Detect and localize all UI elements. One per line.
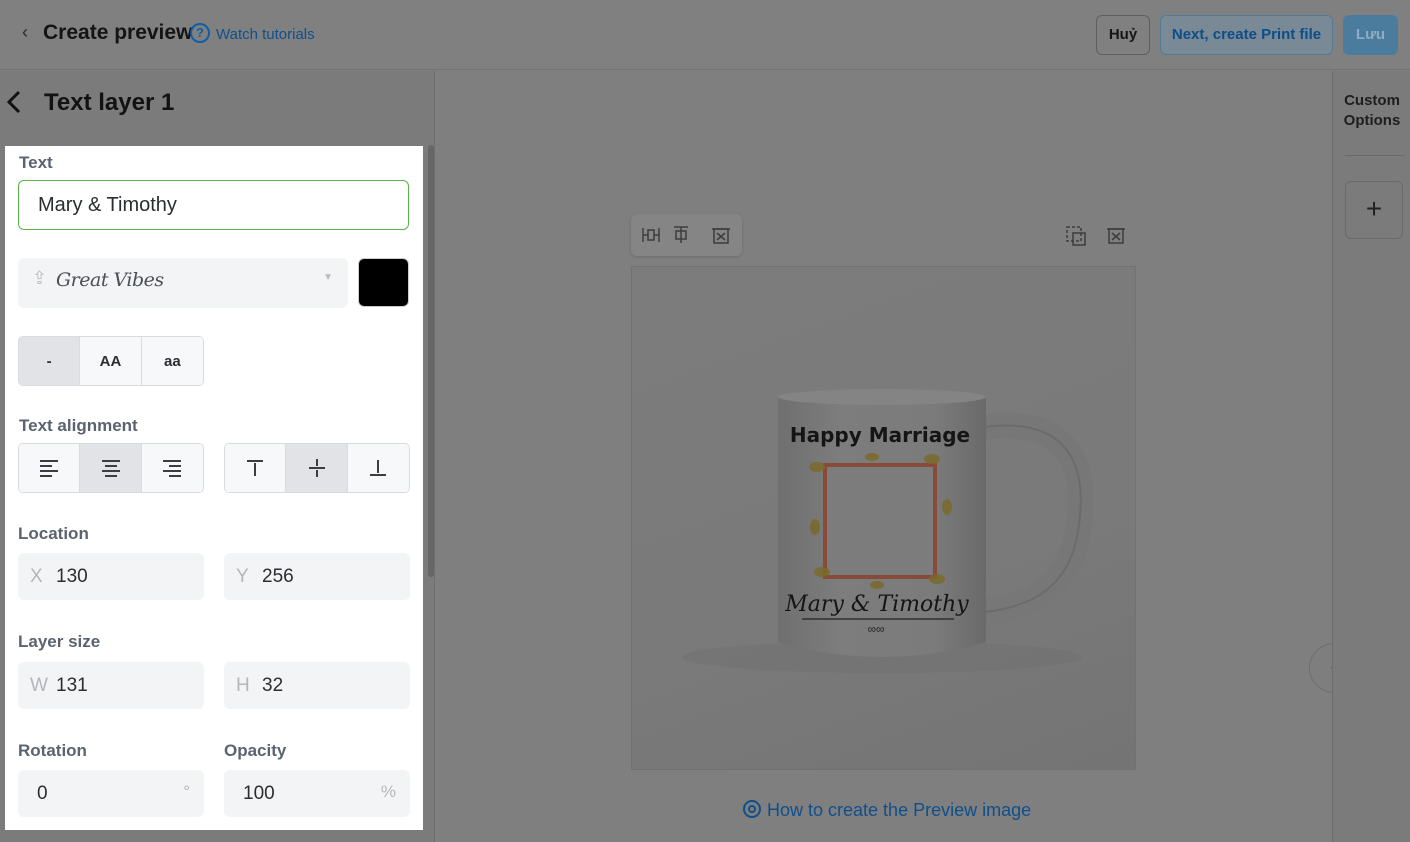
align-center-icon [101,459,120,477]
align-top-button[interactable] [225,444,287,492]
align-middle-icon [308,459,326,477]
back-arrow-icon[interactable] [6,89,22,122]
text-label: Text [19,153,53,172]
mug-names-text: Mary & Timothy [784,592,969,617]
opacity-label: Opacity [224,741,287,760]
watch-tutorials-link[interactable]: Watch tutorials [216,26,315,43]
layer-size-label: Layer size [18,632,101,651]
canvas-align-toolbar [631,214,742,256]
height-input[interactable]: H 32 [224,662,410,709]
vertical-align-group [224,443,410,493]
crop-replace-icon[interactable] [1065,225,1087,247]
font-name: Great Vibes [56,269,164,291]
save-button[interactable]: Lưu [1343,15,1398,55]
align-top-icon [246,459,264,477]
text-input[interactable]: Mary & Timothy [18,180,409,230]
ornament-icon: ∞∞ [867,622,884,636]
location-label: Location [18,524,89,543]
custom-options-line2: Options [1343,112,1401,129]
y-input[interactable]: Y 256 [224,553,410,600]
how-to-preview-link[interactable]: How to create the Preview image [743,800,1031,821]
x-input[interactable]: X 130 [18,553,204,600]
align-bottom-icon [369,459,387,477]
rail-divider [1345,155,1405,156]
layer-title: Text layer 1 [44,89,175,116]
right-rail: Custom Options + [1332,71,1410,842]
align-middle-button[interactable] [286,444,348,492]
width-input[interactable]: W 131 [18,662,204,709]
delete-layer-icon[interactable] [711,225,731,245]
y-prefix: Y [236,566,249,587]
x-value: 130 [56,566,88,587]
delete-canvas-icon[interactable] [1105,225,1127,247]
percent-unit: % [380,782,396,801]
horizontal-align-group [18,443,204,493]
layer-panel-header: Text layer 1 [0,71,435,139]
case-none-option[interactable]: - [19,337,81,385]
text-color-swatch[interactable] [358,258,409,307]
h-value: 32 [262,675,284,696]
align-right-icon [163,459,182,477]
opacity-value: 100 [243,783,275,804]
distribute-vertical-icon[interactable] [671,225,691,245]
w-value: 131 [56,675,88,696]
case-upper-option[interactable]: AA [80,337,142,385]
cancel-button[interactable]: Huỷ [1096,15,1150,55]
align-left-icon [40,459,59,477]
text-layer-settings-panel: Text Mary & Timothy ⇪ Great Vibes ▼ - AA… [5,146,423,830]
help-circle-icon[interactable]: ? [190,23,210,43]
custom-options-label: Custom Options [1333,91,1410,131]
next-create-print-file-button[interactable]: Next, create Print file [1160,15,1333,55]
align-bottom-button[interactable] [347,444,409,492]
case-lower-option[interactable]: aa [141,337,203,385]
text-alignment-label: Text alignment [19,416,138,435]
upload-icon[interactable]: ⇪ [32,268,47,289]
w-prefix: W [30,675,48,696]
how-to-preview-text: How to create the Preview image [767,800,1032,820]
custom-options-line1: Custom [1344,92,1400,109]
text-case-group: - AA aa [18,336,204,386]
align-center-button[interactable] [80,444,142,492]
y-value: 256 [262,566,294,587]
rotation-input[interactable]: 0 ° [18,770,204,817]
page-title: Create preview [43,21,193,44]
align-right-button[interactable] [141,444,203,492]
align-left-button[interactable] [19,444,81,492]
add-custom-option-button[interactable]: + [1345,181,1403,239]
rotation-label: Rotation [18,741,87,760]
rotation-value: 0 [37,783,48,804]
mug-image: Happy Marriage Mary & Timothy ∞∞ [682,389,1094,673]
distribute-horizontal-icon[interactable] [641,225,661,245]
mug-heading-text: Happy Marriage [790,423,970,447]
top-bar: ‹ Create preview ? Watch tutorials Huỷ N… [0,0,1410,70]
x-prefix: X [30,566,43,587]
panel-scrollbar[interactable] [428,145,434,577]
degree-unit: ° [183,782,190,801]
opacity-input[interactable]: 100 % [224,770,410,817]
back-chevron-icon[interactable]: ‹ [22,22,36,42]
lifebuoy-icon [743,800,761,818]
font-select[interactable]: ⇪ Great Vibes ▼ [18,258,348,308]
caret-down-icon: ▼ [323,272,333,283]
h-prefix: H [236,675,250,696]
preview-canvas[interactable]: Happy Marriage Mary & Timothy ∞∞ [631,266,1136,770]
